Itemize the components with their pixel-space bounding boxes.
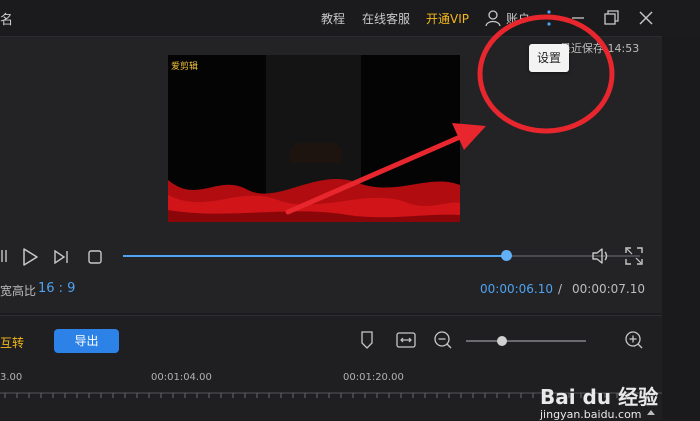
- zoom-in-icon[interactable]: [624, 330, 644, 354]
- next-frame-icon[interactable]: [52, 248, 70, 270]
- ruler-tick-label: 00:01:04.00: [151, 372, 212, 383]
- nav-vip[interactable]: 开通VIP: [426, 10, 469, 27]
- last-saved-text: 最近保存 14:53: [560, 42, 640, 55]
- video-watermark: 爱剪辑: [171, 62, 199, 72]
- fullscreen-icon[interactable]: [623, 245, 645, 271]
- current-time: 00:00:06.10: [480, 282, 553, 296]
- window-title: 名: [0, 13, 14, 28]
- total-time: 00:00:07.10: [572, 282, 645, 296]
- time-separator: /: [558, 282, 563, 296]
- nav-online-service[interactable]: 在线客服: [362, 10, 410, 27]
- ruler-tick-label: 00:01:20.00: [343, 372, 404, 383]
- video-preview[interactable]: 爱剪辑: [168, 55, 460, 222]
- settings-tooltip: 设置: [529, 44, 569, 72]
- watermark-url: jingyan.baidu.com: [540, 408, 642, 421]
- ruler-tick-label: 3.00: [0, 372, 23, 383]
- watermark-brand: Bai du 经验: [540, 385, 659, 409]
- aspect-ratio-value[interactable]: 16 : 9: [38, 281, 75, 296]
- baidu-jingyan-watermark: Bai du 经验 jingyan.baidu.com: [540, 386, 658, 421]
- export-button[interactable]: 导出: [54, 329, 119, 353]
- volume-icon[interactable]: [590, 245, 612, 271]
- restore-icon[interactable]: [601, 8, 621, 28]
- fit-width-icon[interactable]: [395, 331, 417, 353]
- zoom-slider-handle[interactable]: [497, 336, 507, 346]
- close-icon[interactable]: [636, 8, 656, 28]
- progress-fill: [123, 255, 506, 257]
- nav-account[interactable]: 账户: [506, 10, 530, 27]
- prev-frame-icon[interactable]: [0, 247, 10, 269]
- progress-track[interactable]: [123, 250, 640, 261]
- title-bar: 名 教程 在线客服 开通VIP 账户: [0, 0, 700, 36]
- more-vertical-icon[interactable]: [539, 8, 559, 28]
- minimize-icon[interactable]: [568, 8, 588, 28]
- convert-label[interactable]: 互转: [0, 334, 24, 351]
- right-edge-panel: [662, 36, 700, 419]
- user-icon[interactable]: [484, 8, 504, 28]
- video-frame: [168, 55, 460, 222]
- zoom-out-icon[interactable]: [433, 330, 453, 354]
- aspect-ratio-label: 宽高比: [0, 284, 37, 298]
- progress-handle[interactable]: [500, 250, 512, 261]
- marker-icon[interactable]: [358, 330, 376, 354]
- stop-icon[interactable]: [86, 248, 104, 270]
- zoom-slider[interactable]: [466, 340, 586, 342]
- play-icon[interactable]: [20, 247, 40, 271]
- nav-tutorial[interactable]: 教程: [321, 10, 345, 27]
